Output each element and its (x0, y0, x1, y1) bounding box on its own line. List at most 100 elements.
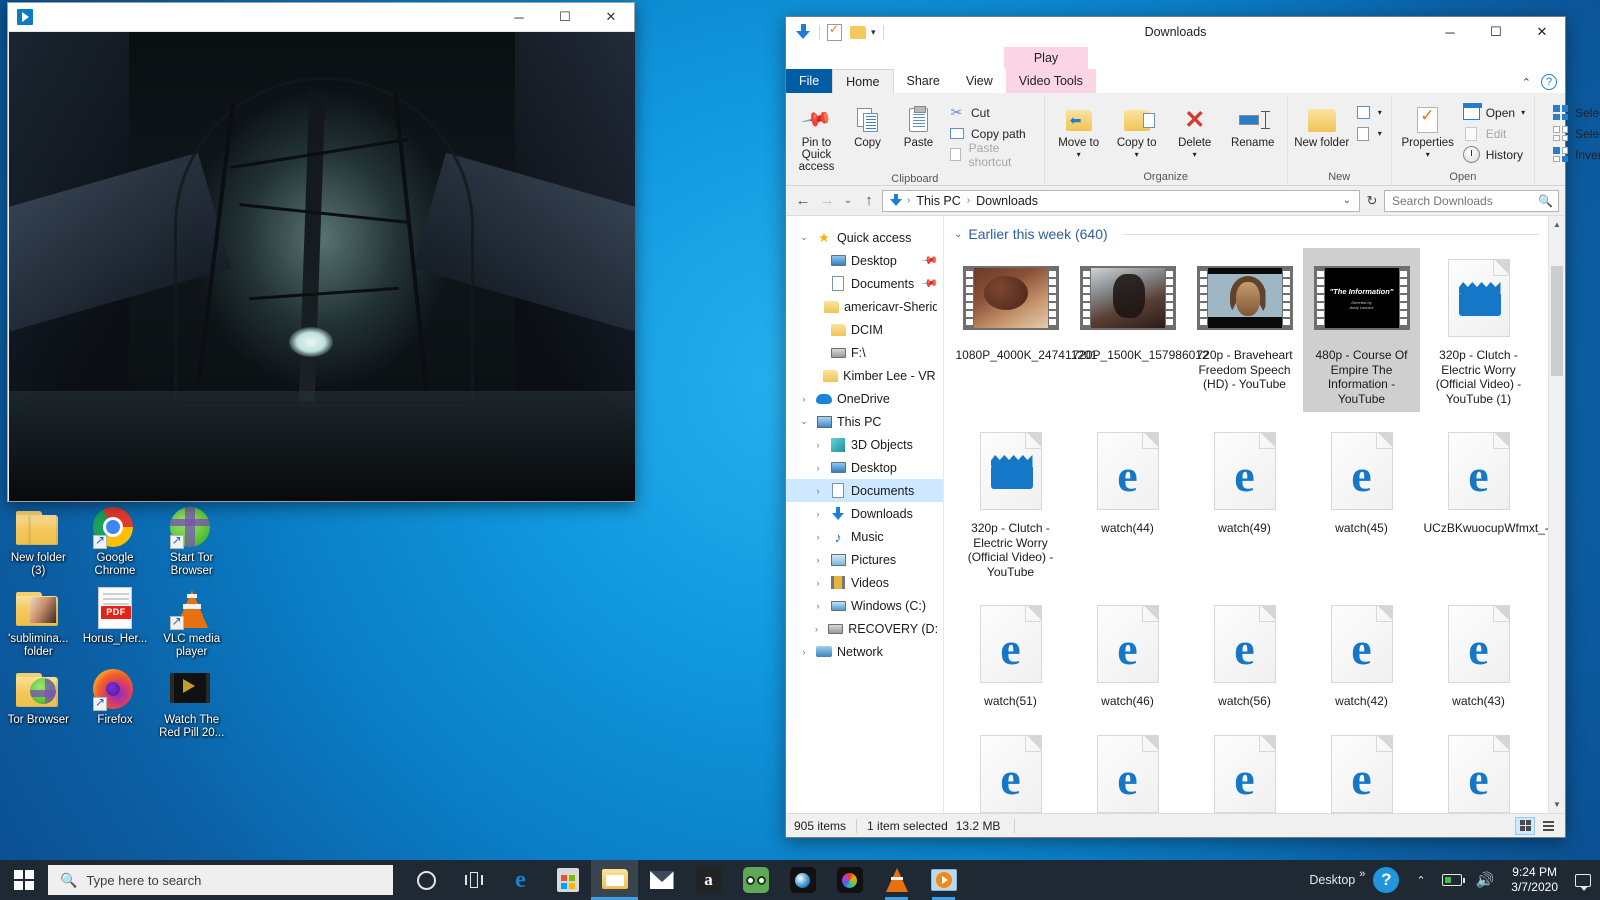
desktop-icon-firefox[interactable]: Firefox (79, 667, 152, 740)
microsoft-store-icon[interactable] (544, 860, 591, 900)
desktop-icon-vlc-media-player[interactable]: VLC media player (155, 586, 228, 659)
nav-item-f[interactable]: F:\ (786, 341, 943, 364)
nav-item-network[interactable]: › Network (786, 640, 943, 663)
expander-icon[interactable]: › (811, 463, 825, 473)
file-item[interactable]: 1080P_4000K_247411201 (952, 248, 1097, 412)
breadcrumb[interactable]: › This PC › Downloads ⌄ (882, 189, 1360, 212)
desktop-icon-horus-pdf[interactable]: PDF Horus_Her... (79, 586, 152, 659)
expander-icon[interactable]: › (811, 532, 825, 542)
chevron-down-icon[interactable]: ▾ (1378, 108, 1382, 117)
nav-item-3d-objects[interactable]: › 3D Objects (786, 433, 943, 456)
explorer-close-button[interactable]: ✕ (1519, 17, 1565, 47)
file-item[interactable]: e watch(46) (1069, 594, 1186, 715)
expander-icon[interactable]: › (811, 486, 825, 496)
search-input[interactable] (1390, 192, 1539, 209)
breadcrumb-downloads[interactable]: Downloads (973, 194, 1041, 208)
explorer-title-bar[interactable]: ▾ Downloads ─ ☐ ✕ (786, 17, 1565, 47)
nav-item-downloads[interactable]: › Downloads (786, 502, 943, 525)
expander-icon[interactable]: ⌄ (797, 232, 811, 243)
nav-item-documents[interactable]: › Documents (786, 479, 943, 502)
nav-item-videos[interactable]: › Videos (786, 571, 943, 594)
expander-icon[interactable]: › (811, 578, 825, 588)
file-item[interactable]: ewatch(50) (952, 724, 1069, 814)
cortana-icon[interactable] (403, 860, 450, 900)
file-item[interactable]: e watch(44) (1069, 421, 1186, 585)
customize-qat-caret-icon[interactable]: ▾ (871, 27, 876, 38)
windows-media-player-icon[interactable] (920, 860, 967, 900)
explorer-maximize-button[interactable]: ☐ (1473, 17, 1519, 47)
action-center-icon[interactable] (1568, 860, 1598, 900)
scroll-down-button[interactable]: ▼ (1549, 796, 1565, 813)
player-minimize-button[interactable]: ─ (496, 3, 542, 32)
cut-button[interactable]: ✂ Cut (944, 102, 1039, 123)
download-arrow-icon[interactable] (794, 23, 812, 41)
scrollbar-thumb[interactable] (1551, 266, 1563, 376)
edit-button[interactable]: Edit (1459, 123, 1529, 144)
file-item[interactable]: e UCzBKwuocupWfmxt_-2mVzfA (1420, 421, 1565, 585)
tab-view[interactable]: View (953, 69, 1006, 93)
chevron-down-icon[interactable]: ⌄ (954, 229, 962, 240)
file-explorer-icon[interactable] (591, 860, 638, 900)
file-list-view[interactable]: ⌄ Earlier this week (640) 1080P_4000K_24… (944, 216, 1565, 813)
tripadvisor-icon[interactable] (732, 860, 779, 900)
desktop-icon-new-folder-3[interactable]: New folder (3) (2, 505, 75, 578)
player-title-bar[interactable]: ─ ☐ ✕ (8, 3, 634, 32)
tab-share[interactable]: Share (894, 69, 953, 93)
microsoft-edge-icon[interactable]: e (497, 860, 544, 900)
expander-icon[interactable]: › (811, 601, 825, 611)
move-to-button[interactable]: ⬅ Move to ▾ (1050, 99, 1108, 161)
nav-item-americavr-sheridan[interactable]: americavr-Sheridan. (786, 295, 943, 318)
pin-icon[interactable]: 📌 (921, 274, 940, 293)
vertical-scrollbar[interactable]: ▲ ▼ (1548, 216, 1565, 813)
color-app-icon[interactable] (826, 860, 873, 900)
player-maximize-button[interactable]: ☐ (542, 3, 588, 32)
chevron-down-icon[interactable]: ▾ (1135, 149, 1139, 161)
history-button[interactable]: History (1459, 144, 1529, 165)
file-item[interactable]: e watch(51) (952, 594, 1069, 715)
battery-icon[interactable] (1435, 874, 1469, 886)
rename-button[interactable]: Rename (1224, 99, 1282, 149)
select-all-button[interactable]: Select all (1548, 102, 1600, 123)
navigation-pane[interactable]: ⌄ ★ Quick access Desktop 📌 Documents 📌 americav… (786, 216, 944, 813)
open-button[interactable]: Open ▾ (1459, 102, 1529, 123)
magnifier-icon[interactable]: 🔍 (1538, 194, 1553, 208)
file-item[interactable]: "The Information" Directed by Andy Leonick… (1303, 248, 1420, 412)
easy-access-button[interactable]: ▾ (1351, 123, 1386, 144)
file-item[interactable]: 320p - Clutch - Electric Worry (Official… (1420, 248, 1537, 412)
tab-play-context[interactable]: Play (1004, 47, 1088, 69)
explorer-minimize-button[interactable]: ─ (1427, 17, 1473, 47)
tab-video-tools[interactable]: Video Tools (1005, 69, 1096, 93)
desktop-icon-google-chrome[interactable]: Google Chrome (79, 505, 152, 578)
copy-button[interactable]: Copy (842, 99, 893, 149)
expander-icon[interactable]: › (811, 509, 825, 519)
breadcrumb-this-pc[interactable]: This PC (913, 194, 963, 208)
expander-icon[interactable]: › (811, 440, 825, 450)
nav-item-dcim[interactable]: DCIM (786, 318, 943, 341)
scroll-up-button[interactable]: ▲ (1549, 216, 1565, 233)
desktop-icon-tor-browser[interactable]: Tor Browser (2, 667, 75, 740)
large-icons-view-button[interactable] (1515, 816, 1535, 835)
new-folder-button[interactable]: New folder (1293, 99, 1351, 149)
expander-icon[interactable]: ⌄ (797, 416, 811, 427)
camera-app-icon[interactable] (779, 860, 826, 900)
nav-item-quick-access[interactable]: ⌄ ★ Quick access (786, 226, 943, 249)
file-item[interactable]: ewatch(62) (1420, 724, 1537, 814)
expander-icon[interactable]: › (797, 647, 811, 657)
file-item[interactable]: 720p - Braveheart Freedom Speech (HD) - … (1186, 248, 1303, 412)
details-view-button[interactable] (1538, 817, 1558, 835)
tray-chevron-up-icon[interactable]: ⌃ (1407, 874, 1434, 887)
copy-to-button[interactable]: Copy to ▾ (1108, 99, 1166, 161)
tray-desktop-label[interactable]: Desktop (1305, 873, 1359, 887)
expander-icon[interactable]: › (797, 394, 811, 404)
vlc-media-player-icon[interactable] (873, 860, 920, 900)
video-surface[interactable] (9, 32, 635, 501)
nav-item-desktop[interactable]: Desktop 📌 (786, 249, 943, 272)
paste-button[interactable]: Paste (893, 99, 944, 149)
back-button[interactable]: ← (792, 190, 814, 212)
speaker-icon[interactable]: 🔊 (1469, 871, 1502, 889)
file-item[interactable]: eaclk (1303, 724, 1420, 814)
file-explorer-window[interactable]: ▾ Downloads ─ ☐ ✕ Play File Home Share V… (785, 16, 1600, 838)
amazon-icon[interactable]: a (685, 860, 732, 900)
file-item[interactable]: ewatch(54) (1186, 724, 1303, 814)
tab-home[interactable]: Home (832, 69, 894, 93)
